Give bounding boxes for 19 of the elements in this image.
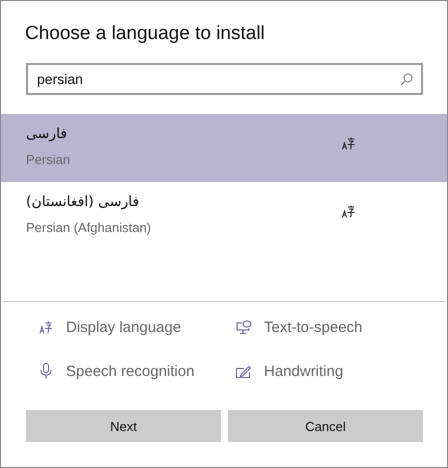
dialog-button[interactable]: Next: [26, 410, 221, 442]
microphone-icon: [38, 363, 54, 379]
language-name: Persian (Afghanistan): [26, 220, 152, 235]
feature-label: Text-to-speech: [264, 318, 362, 336]
native-name: فارسی (افغانستان): [26, 194, 140, 210]
feature-label: Handwriting: [264, 362, 344, 380]
language-icon: [38, 320, 54, 334]
language-icon: [342, 137, 355, 150]
dialog-button[interactable]: Cancel: [228, 410, 423, 442]
feature-label: Speech recognition: [66, 362, 194, 380]
native-name: فارسی: [26, 126, 68, 142]
dialog-title: Choose a language to install: [25, 23, 266, 45]
pen-icon: [236, 364, 252, 378]
search-field[interactable]: persian: [26, 63, 423, 95]
monitor-speech-icon: [236, 320, 252, 334]
search-icon: [400, 73, 413, 86]
language-name: Persian: [26, 152, 70, 167]
language-icon: [342, 205, 355, 218]
feature-label: Display language: [66, 318, 182, 336]
